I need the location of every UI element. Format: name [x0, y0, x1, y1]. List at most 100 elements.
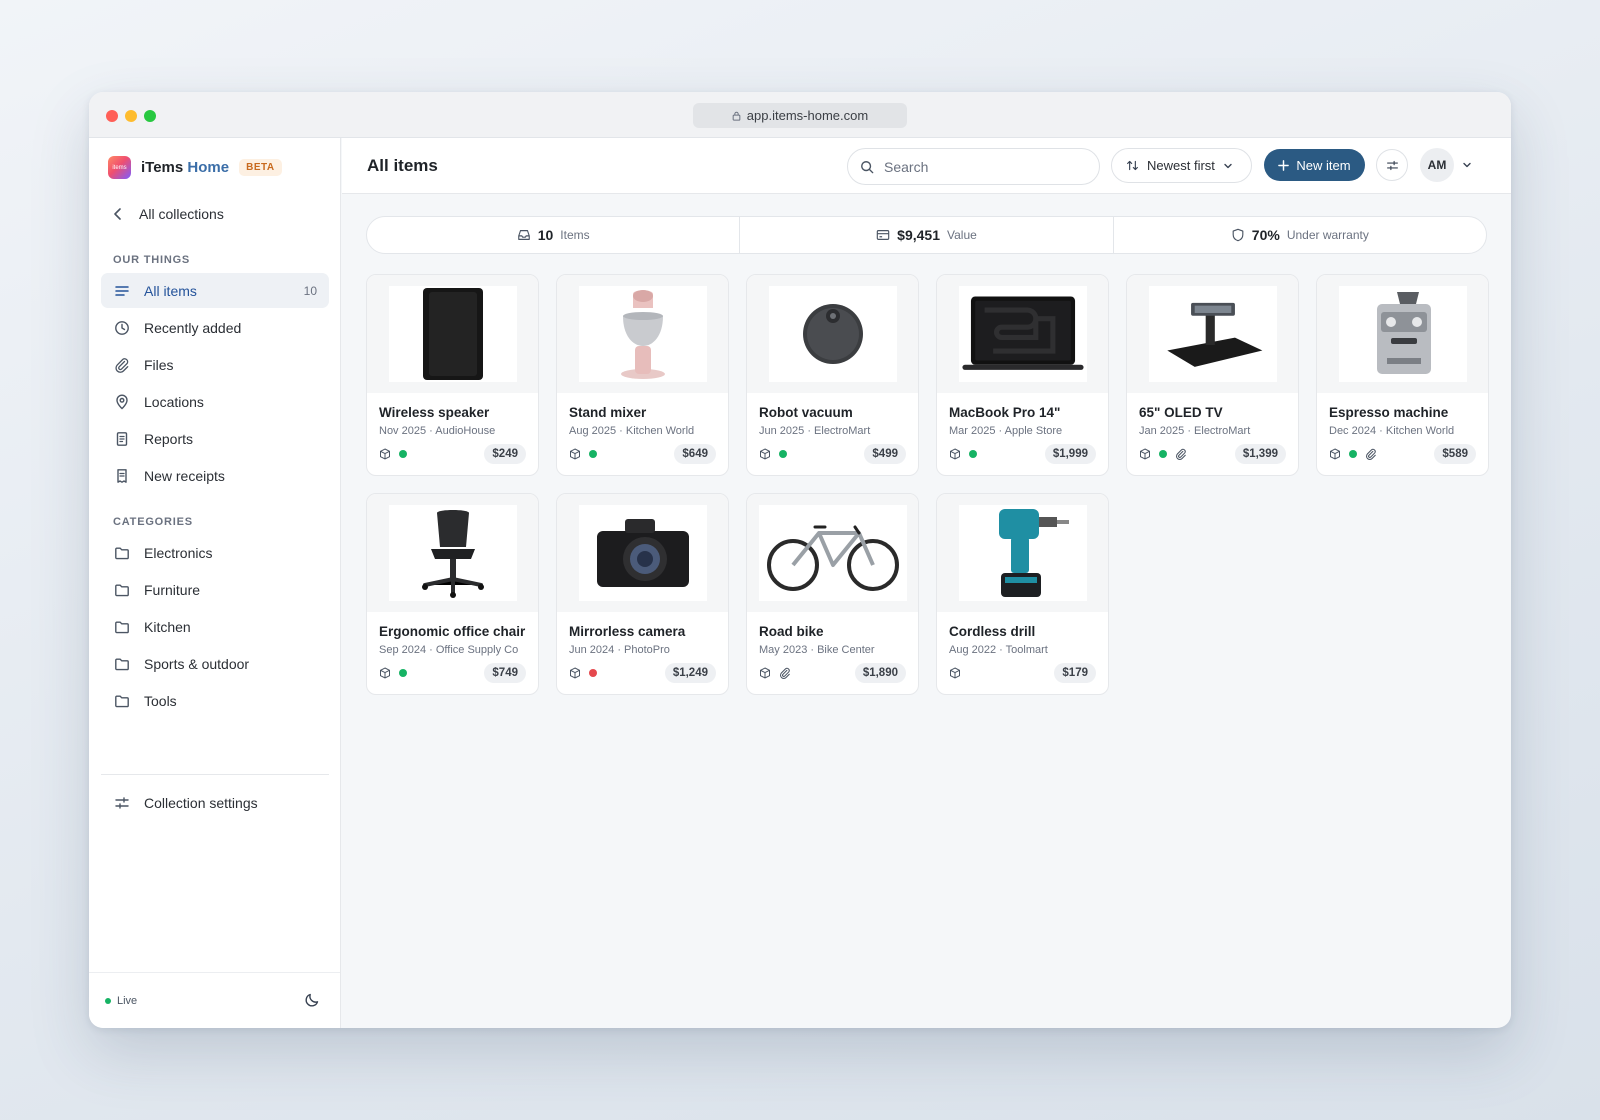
item-meta: Jun 2024 · PhotoPro [569, 644, 670, 656]
sort-label: Newest first [1147, 158, 1215, 173]
sort-dropdown[interactable]: Newest first [1111, 148, 1252, 183]
product-image [1338, 286, 1467, 382]
product-image [1148, 286, 1277, 382]
sliders-icon [1386, 160, 1398, 170]
item-name: MacBook Pro 14" [949, 405, 1061, 420]
item-card-espresso-machine[interactable]: Espresso machine Dec 2024 · Kitchen Worl… [1316, 274, 1489, 476]
card-icon [876, 230, 890, 240]
item-meta: Jun 2025 · ElectroMart [759, 425, 871, 437]
item-price: $1,249 [664, 663, 716, 683]
chevron-down-icon [1463, 162, 1471, 168]
item-price: $1,999 [1044, 444, 1096, 464]
product-image [758, 505, 907, 601]
item-price: $649 [674, 444, 716, 464]
zoom-window-button[interactable] [144, 110, 156, 122]
item-price: $179 [1054, 663, 1096, 683]
tv-image [1166, 302, 1262, 367]
filter-button[interactable] [1376, 149, 1408, 181]
item-name: Cordless drill [949, 624, 1036, 639]
page-title: All items [367, 156, 438, 175]
folder-icon [115, 695, 129, 707]
item-meta: Nov 2025 · AudioHouse [379, 425, 496, 437]
brand[interactable]: items iTems Home BETA [108, 156, 282, 179]
item-meta: Aug 2025 · Kitchen World [569, 425, 695, 437]
status-dot [399, 450, 407, 458]
url-text: app.items-home.com [746, 108, 869, 123]
status-dot [589, 669, 597, 677]
title-bar: app.items-home.com [89, 92, 1511, 138]
clock-icon [115, 320, 129, 335]
account-menu[interactable]: AM [1420, 148, 1472, 182]
address-bar[interactable]: app.items-home.com [693, 103, 907, 128]
item-name: Road bike [759, 624, 824, 639]
sidebar-item-sports-outdoor[interactable]: Sports & outdoor [101, 646, 329, 681]
sidebar-item-all-items[interactable]: All items 10 [101, 273, 329, 308]
box-icon [1330, 448, 1340, 460]
brand-name: iTems Home [141, 159, 230, 176]
item-card-wireless-speaker[interactable]: Wireless speaker Nov 2025 · AudioHouse $… [366, 274, 539, 476]
espresso-image [1376, 292, 1431, 374]
box-icon [950, 667, 960, 679]
beta-badge: BETA [239, 159, 282, 176]
sidebar-item-reports[interactable]: Reports [101, 421, 329, 456]
item-card-office-chair[interactable]: Ergonomic office chair Sep 2024 · Office… [366, 493, 539, 695]
item-name: Robot vacuum [759, 405, 853, 420]
box-icon [570, 448, 580, 460]
item-card-robot-vacuum[interactable]: Robot vacuum Jun 2025 · ElectroMart $499 [746, 274, 919, 476]
item-meta: Sep 2024 · Office Supply Co [379, 644, 519, 656]
item-card-stand-mixer[interactable]: Stand mixer Aug 2025 · Kitchen World $64… [556, 274, 729, 476]
item-name: Mirrorless camera [569, 624, 686, 639]
speaker-image [422, 288, 483, 380]
item-card-cordless-drill[interactable]: Cordless drill Aug 2022 · Toolmart $179 [936, 493, 1109, 695]
item-price: $589 [1434, 444, 1476, 464]
box-icon [760, 667, 770, 679]
sidebar-item-locations[interactable]: Locations [101, 384, 329, 419]
sidebar-item-tools[interactable]: Tools [101, 683, 329, 718]
item-price: $249 [484, 444, 526, 464]
item-price: $749 [484, 663, 526, 683]
paperclip-icon [780, 667, 790, 679]
item-card-oled-tv[interactable]: 65" OLED TV Jan 2025 · ElectroMart $1,39… [1126, 274, 1299, 476]
sidebar-item-electronics[interactable]: Electronics [101, 535, 329, 570]
sidebar-item-new-receipts[interactable]: New receipts [101, 458, 329, 493]
item-meta: May 2023 · Bike Center [759, 644, 875, 656]
search-input[interactable] [884, 158, 1074, 175]
item-name: Espresso machine [1329, 405, 1449, 420]
item-name: Wireless speaker [379, 405, 490, 420]
item-card-mirrorless-camera[interactable]: Mirrorless camera Jun 2024 · PhotoPro $1… [556, 493, 729, 695]
report-icon [116, 431, 128, 446]
sort-icon [1127, 160, 1138, 171]
stats-bar: 10 Items $9,451 Value 70% Under warranty [366, 216, 1487, 254]
receipt-icon [117, 468, 127, 483]
sidebar-item-files[interactable]: Files [101, 347, 329, 382]
sidebar-item-recently-added[interactable]: Recently added [101, 310, 329, 345]
product-image [388, 505, 517, 601]
moon-icon[interactable] [304, 992, 320, 1008]
item-card-macbook-pro[interactable]: MacBook Pro 14" Mar 2025 · Apple Store $… [936, 274, 1109, 476]
search-icon [861, 160, 874, 173]
paperclip-icon [1176, 448, 1186, 460]
laptop-image [961, 296, 1084, 370]
folder-icon [115, 621, 129, 633]
item-card-road-bike[interactable]: Road bike May 2023 · Bike Center $1,890 [746, 493, 919, 695]
collection-settings-link[interactable]: Collection settings [101, 785, 329, 820]
stat-warranty: 70% Under warranty [1112, 217, 1486, 253]
minimize-window-button[interactable] [125, 110, 137, 122]
new-item-button[interactable]: New item [1264, 149, 1365, 181]
product-image [578, 286, 707, 382]
close-window-button[interactable] [106, 110, 118, 122]
camera-image [596, 519, 689, 587]
box-icon [950, 448, 960, 460]
sidebar-item-kitchen[interactable]: Kitchen [101, 609, 329, 644]
status-dot [1159, 450, 1167, 458]
search-box[interactable] [847, 148, 1100, 185]
item-price: $1,399 [1234, 444, 1286, 464]
all-collections-link[interactable]: All collections [113, 206, 224, 222]
product-image [578, 505, 707, 601]
sidebar-item-furniture[interactable]: Furniture [101, 572, 329, 607]
all-items-count: 10 [303, 283, 317, 298]
item-name: Stand mixer [569, 405, 647, 420]
box-icon [570, 667, 580, 679]
item-price: $1,890 [854, 663, 906, 683]
folder-icon [115, 584, 129, 596]
